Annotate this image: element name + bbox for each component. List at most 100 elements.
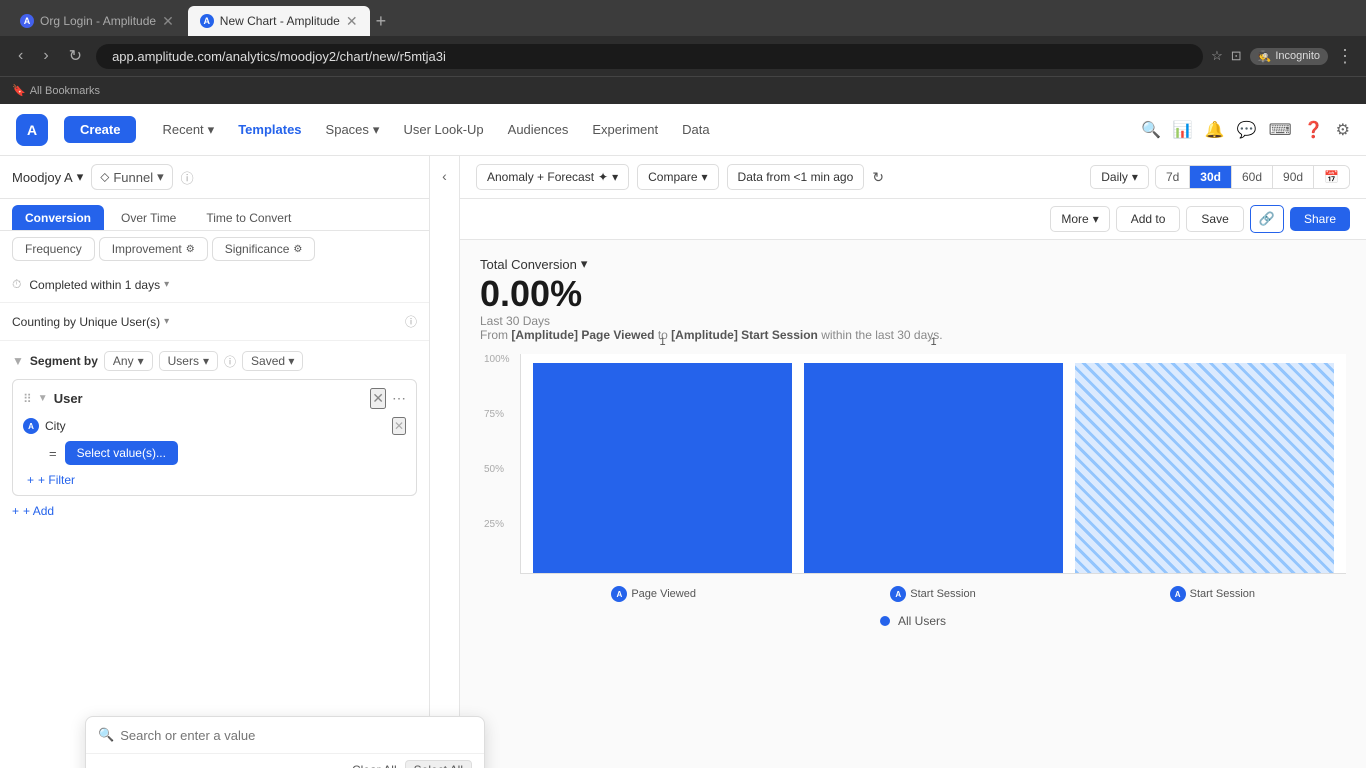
panel-collapse-toggle[interactable]: ‹ xyxy=(430,156,460,768)
bar-column-start-session-1[interactable]: 1 xyxy=(804,354,1063,573)
app-header: A Create Recent ▾ Templates Spaces ▾ Use… xyxy=(0,104,1366,156)
counting-info-icon[interactable]: ⓘ xyxy=(405,313,417,330)
settings-icon[interactable]: ⚙ xyxy=(1336,120,1350,140)
conversion-desc: From [Amplitude] Page Viewed to [Amplitu… xyxy=(480,328,1346,342)
nav-recent-label: Recent xyxy=(162,122,203,137)
users-dropdown[interactable]: Users ▾ xyxy=(159,351,218,371)
tab-improvement[interactable]: Improvement ⚙ xyxy=(99,237,208,261)
clock-icon: ⏱ xyxy=(12,277,21,292)
dropdown-search-input[interactable] xyxy=(120,728,472,743)
bar-column-page-viewed[interactable]: 1 xyxy=(533,354,792,573)
tab-close-1[interactable]: ✕ xyxy=(162,13,174,30)
copy-link-button[interactable]: 🔗 xyxy=(1250,205,1284,233)
tab-conversion[interactable]: Conversion xyxy=(12,205,104,230)
y-label-75: 75% xyxy=(484,409,510,420)
time-custom-button[interactable]: 📅 xyxy=(1314,166,1349,188)
time-90d-button[interactable]: 90d xyxy=(1273,166,1314,188)
nav-user-lookup[interactable]: User Look-Up xyxy=(393,118,493,141)
select-values-button[interactable]: Select value(s)... xyxy=(65,441,178,465)
time-30d-button[interactable]: 30d xyxy=(1190,166,1232,188)
nav-audiences[interactable]: Audiences xyxy=(498,118,579,141)
expand-segment-arrow[interactable]: ▼ xyxy=(38,393,48,404)
step-label-start-session-2: A Start Session xyxy=(1079,586,1346,602)
time-range-buttons: 7d 30d 60d 90d 📅 xyxy=(1155,165,1350,189)
add-filter-row: + + Filter xyxy=(27,473,406,487)
select-all-button[interactable]: Select All xyxy=(405,760,472,768)
total-conversion-dropdown[interactable]: Total Conversion ▾ xyxy=(480,256,587,272)
data-time-button[interactable]: Data from <1 min ago xyxy=(727,164,865,190)
completed-within-section: ⏱ Completed within 1 days ▾ xyxy=(0,267,429,303)
nav-experiment[interactable]: Experiment xyxy=(582,118,668,141)
any-dropdown[interactable]: Any ▾ xyxy=(104,351,153,371)
funnel-selector[interactable]: ⬦ Funnel ▾ xyxy=(91,164,172,190)
user-segment-more-button[interactable]: ⋯ xyxy=(392,390,406,407)
significance-icon: ⚙ xyxy=(293,244,302,255)
remove-city-filter-button[interactable]: ✕ xyxy=(392,417,406,435)
saved-dropdown[interactable]: Saved ▾ xyxy=(242,351,303,371)
clear-all-button[interactable]: Clear All xyxy=(352,763,397,768)
star-icon[interactable]: ☆ xyxy=(1211,48,1223,64)
compare-button[interactable]: Compare ▾ xyxy=(637,164,718,190)
anomaly-icon: ✦ xyxy=(598,170,608,184)
segment-info-icon[interactable]: ⓘ xyxy=(224,353,236,370)
search-icon[interactable]: 🔍 xyxy=(1141,120,1161,140)
left-panel: Moodjoy A ▾ ⬦ Funnel ▾ ⓘ Conversion xyxy=(0,156,430,768)
tab-1[interactable]: A Org Login - Amplitude ✕ xyxy=(8,6,186,36)
save-button[interactable]: Save xyxy=(1186,206,1243,232)
conversion-suffix: within the last 30 days. xyxy=(821,328,942,342)
bell-icon[interactable]: 🔔 xyxy=(1205,120,1225,140)
workspace-selector[interactable]: Moodjoy A ▾ xyxy=(12,169,83,185)
nav-templates[interactable]: Templates xyxy=(228,118,311,141)
counting-by-dropdown[interactable]: Counting by Unique User(s) ▾ xyxy=(12,315,169,329)
daily-button[interactable]: Daily ▾ xyxy=(1090,165,1149,189)
anomaly-forecast-button[interactable]: Anomaly + Forecast ✦ ▾ xyxy=(476,164,629,190)
time-60d-button[interactable]: 60d xyxy=(1232,166,1273,188)
nav-recent[interactable]: Recent ▾ xyxy=(152,118,224,142)
segment-expand-icon[interactable]: ▼ xyxy=(12,354,24,368)
tab-frequency[interactable]: Frequency xyxy=(12,237,95,261)
users-arrow: ▾ xyxy=(203,354,209,368)
drag-handle[interactable]: ⠿ xyxy=(23,392,32,406)
remove-user-segment-button[interactable]: ✕ xyxy=(370,388,386,409)
incognito-icon: 🕵 xyxy=(1258,50,1272,63)
tab-over-time[interactable]: Over Time xyxy=(108,205,189,230)
chart-icon[interactable]: 📊 xyxy=(1173,120,1193,140)
refresh-icon[interactable]: ↻ xyxy=(872,169,884,186)
cast-icon[interactable]: ⊡ xyxy=(1231,48,1242,64)
nav-spaces[interactable]: Spaces ▾ xyxy=(316,118,390,142)
new-tab-button[interactable]: + xyxy=(372,11,391,32)
completed-within-dropdown[interactable]: Completed within 1 days ▾ xyxy=(29,278,169,292)
share-button[interactable]: Share xyxy=(1290,207,1350,231)
tab-time-to-convert[interactable]: Time to Convert xyxy=(193,205,304,230)
more-button[interactable]: More ▾ xyxy=(1050,206,1109,232)
add-group-link[interactable]: + + Add xyxy=(12,504,417,518)
back-button[interactable]: ‹ xyxy=(12,43,29,69)
dropdown-search-bar: 🔍 xyxy=(86,717,484,754)
tab-close-2[interactable]: ✕ xyxy=(346,13,358,30)
chart-info-icon[interactable]: ⓘ xyxy=(181,168,194,187)
add-to-button[interactable]: Add to xyxy=(1116,206,1181,232)
menu-icon[interactable]: ⋮ xyxy=(1336,46,1354,67)
conversion-from: [Amplitude] Page Viewed xyxy=(511,328,654,342)
create-button[interactable]: Create xyxy=(64,116,136,143)
reload-button[interactable]: ↻ xyxy=(63,42,88,70)
funnel-arrow: ▾ xyxy=(157,169,164,185)
add-filter-link[interactable]: + + Filter xyxy=(27,473,406,487)
comment-icon[interactable]: 💬 xyxy=(1237,120,1257,140)
nav-experiment-label: Experiment xyxy=(592,122,658,137)
forward-button[interactable]: › xyxy=(37,43,54,69)
address-bar[interactable] xyxy=(96,44,1203,69)
nav-data[interactable]: Data xyxy=(672,118,719,141)
shortcut-icon[interactable]: ⌨ xyxy=(1269,120,1292,140)
step-label-start-session-1: A Start Session xyxy=(799,586,1066,602)
bar-column-start-session-forecast[interactable] xyxy=(1075,354,1334,573)
tab-2[interactable]: A New Chart - Amplitude ✕ xyxy=(188,6,370,36)
bookmarks-label: All Bookmarks xyxy=(30,85,100,97)
bookmarks-icon: 🔖 xyxy=(12,84,26,97)
page-viewed-label: Page Viewed xyxy=(631,588,696,600)
compare-arrow: ▾ xyxy=(702,170,708,184)
app-container: A Create Recent ▾ Templates Spaces ▾ Use… xyxy=(0,104,1366,768)
time-7d-button[interactable]: 7d xyxy=(1156,166,1190,188)
help-icon[interactable]: ❓ xyxy=(1304,120,1324,140)
tab-significance[interactable]: Significance ⚙ xyxy=(212,237,316,261)
